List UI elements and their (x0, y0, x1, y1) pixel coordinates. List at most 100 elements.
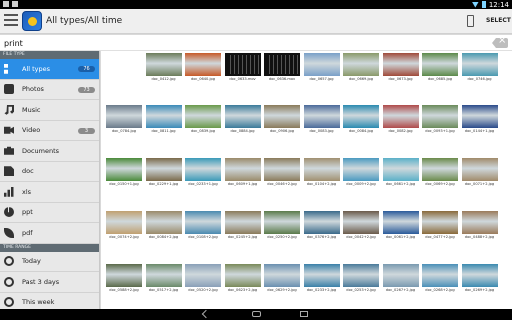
file-tile[interactable]: doc_0839.jpg (185, 105, 221, 133)
file-tile[interactable]: doc_0657.jpg (303, 53, 340, 81)
sidebar-item-today[interactable]: Today (0, 252, 99, 272)
file-tile[interactable]: doc_0009+2.jpg (343, 158, 379, 186)
file-tile[interactable]: doc_0269+2.jpg (461, 264, 498, 292)
file-name: doc_0061+2.jpg (385, 235, 416, 239)
file-tile[interactable]: doc_0082.jpg (382, 105, 419, 133)
sidebar-item-this-week[interactable]: This week (0, 293, 99, 310)
photo-thumbnail (264, 105, 300, 128)
file-name: doc_0609+1.jpg (227, 182, 258, 186)
file-tile[interactable]: doc_0245+2.jpg (224, 211, 261, 239)
file-tile[interactable]: doc_0083.jpg (303, 105, 340, 133)
sidebar-item-video[interactable]: Video 3 (0, 121, 99, 141)
photo-thumbnail (224, 105, 261, 128)
file-tile[interactable]: doc_0150+1.jpg (106, 158, 142, 186)
file-tile[interactable]: doc_0253+2.jpg (343, 264, 379, 292)
file-tile[interactable]: doc_0046+2.jpg (264, 158, 300, 186)
file-tile[interactable]: doc_0884.jpg (224, 105, 261, 133)
sidebar-item-photos[interactable]: Photos 73 (0, 80, 99, 100)
sidebar-item-label: This week (22, 298, 55, 307)
notification-icon (12, 1, 18, 7)
file-tile[interactable]: doc_0477+2.jpg (422, 211, 458, 239)
file-tile[interactable]: doc_0673.jpg (382, 53, 419, 81)
file-name: doc_0636.mov (268, 77, 296, 81)
sidebar-item-past-3-days[interactable]: Past 3 days (0, 272, 99, 293)
count-badge: 3 (78, 127, 95, 134)
file-tile[interactable]: doc_0061+2.jpg (382, 211, 419, 239)
file-tile[interactable]: doc_0267+2.jpg (382, 264, 419, 292)
file-name: doc_0071+2.jpg (464, 182, 495, 186)
photo-thumbnail (461, 53, 498, 76)
file-tile[interactable]: doc_0661+2.jpg (382, 158, 419, 186)
photo-thumbnail (106, 264, 142, 287)
file-tile[interactable]: doc_0906.jpg (264, 105, 300, 133)
file-tile[interactable]: doc_0074+2.jpg (106, 211, 142, 239)
file-tile[interactable]: doc_0069+2.jpg (422, 158, 458, 186)
sidebar-item-all-types[interactable]: All types 76 (0, 59, 99, 80)
file-tile[interactable]: doc_0084+2.jpg (145, 211, 182, 239)
sidebar-item-ppt[interactable]: ppt (0, 203, 99, 223)
battery-icon (481, 1, 486, 8)
file-tile[interactable]: doc_0268+2.jpg (422, 264, 458, 292)
file-tile[interactable]: doc_0609+1.jpg (224, 158, 261, 186)
view-mode-icon[interactable] (467, 15, 474, 27)
file-name: doc_0673.jpg (388, 77, 413, 81)
file-tile[interactable]: doc_0784.jpg (106, 105, 142, 133)
file-tile[interactable]: doc_0250+2.jpg (264, 211, 300, 239)
sidebar-item-label: Past 3 days (22, 277, 60, 286)
photo-thumbnail (343, 158, 379, 181)
file-name: doc_0488+2.jpg (464, 235, 495, 239)
video-thumbnail (224, 53, 261, 76)
sidebar-item-label: Music (22, 105, 41, 114)
sidebar-item-documents[interactable]: Documents (0, 141, 99, 162)
file-tile[interactable]: doc_0071+2.jpg (461, 158, 498, 186)
file-tile[interactable]: doc_0633.mov (224, 53, 261, 81)
recent-apps-icon[interactable] (300, 311, 308, 317)
file-tile[interactable]: doc_0376+2.jpg (303, 211, 340, 239)
file-tile[interactable]: doc_0746.jpg (461, 53, 498, 81)
clear-search-icon[interactable] (492, 38, 508, 48)
sidebar-item-doc[interactable]: doc (0, 162, 99, 182)
file-name: doc_0520+2.jpg (188, 288, 218, 292)
file-tile[interactable]: doc_0104+2.jpg (303, 158, 340, 186)
file-name: doc_0233+1.jpg (188, 182, 218, 186)
file-tile[interactable]: doc_0233+2.jpg (303, 264, 340, 292)
file-tile[interactable]: doc_0093+1.jpg (422, 105, 458, 133)
file-tile[interactable]: doc_0623+2.jpg (224, 264, 261, 292)
app-logo-icon[interactable] (22, 11, 42, 31)
sidebar-item-xls[interactable]: xls (0, 182, 99, 203)
photo-thumbnail (145, 211, 182, 234)
home-icon[interactable] (252, 311, 261, 317)
photo-thumbnail (422, 264, 458, 287)
sidebar-item-music[interactable]: Music (0, 100, 99, 121)
file-tile[interactable]: doc_0233+1.jpg (185, 158, 221, 186)
file-name: doc_0093+1.jpg (425, 129, 455, 133)
sidebar-item-label: pdf (22, 228, 33, 237)
select-button[interactable]: SELECT (486, 17, 511, 24)
file-tile[interactable]: doc_0229+1.jpg (145, 158, 182, 186)
file-name: doc_0229+1.jpg (148, 182, 179, 186)
file-tile[interactable]: doc_0685.jpg (422, 53, 458, 81)
file-name: doc_0253+2.jpg (346, 288, 376, 292)
file-tile[interactable]: doc_0144+1.jpg (461, 105, 498, 133)
file-tile[interactable]: doc_0084.jpg (343, 105, 379, 133)
photo-thumbnail (224, 158, 261, 181)
photo-thumbnail (145, 264, 182, 287)
file-tile[interactable]: doc_0640.jpg (185, 53, 221, 81)
sidebar-item-pdf[interactable]: pdf (0, 223, 99, 244)
back-icon[interactable] (201, 309, 211, 319)
search-input[interactable] (4, 37, 474, 49)
file-tile[interactable]: doc_0629+2.jpg (264, 264, 300, 292)
file-tile[interactable]: doc_0520+2.jpg (185, 264, 221, 292)
file-tile[interactable]: doc_0588+2.jpg (106, 264, 142, 292)
grid-icon (4, 63, 8, 74)
file-tile[interactable]: doc_0669.jpg (343, 53, 379, 81)
file-tile[interactable]: doc_0488+2.jpg (461, 211, 498, 239)
file-tile[interactable]: doc_0636.mov (264, 53, 300, 81)
file-tile[interactable]: doc_0517+2.jpg (145, 264, 182, 292)
system-nav-bar (0, 309, 512, 320)
file-tile[interactable]: doc_0811.jpg (145, 105, 182, 133)
file-tile[interactable]: doc_0042+2.jpg (343, 211, 379, 239)
file-tile[interactable]: doc_0412.jpg (145, 53, 182, 81)
menu-icon[interactable] (4, 14, 18, 28)
file-tile[interactable]: doc_0108+2.jpg (185, 211, 221, 239)
